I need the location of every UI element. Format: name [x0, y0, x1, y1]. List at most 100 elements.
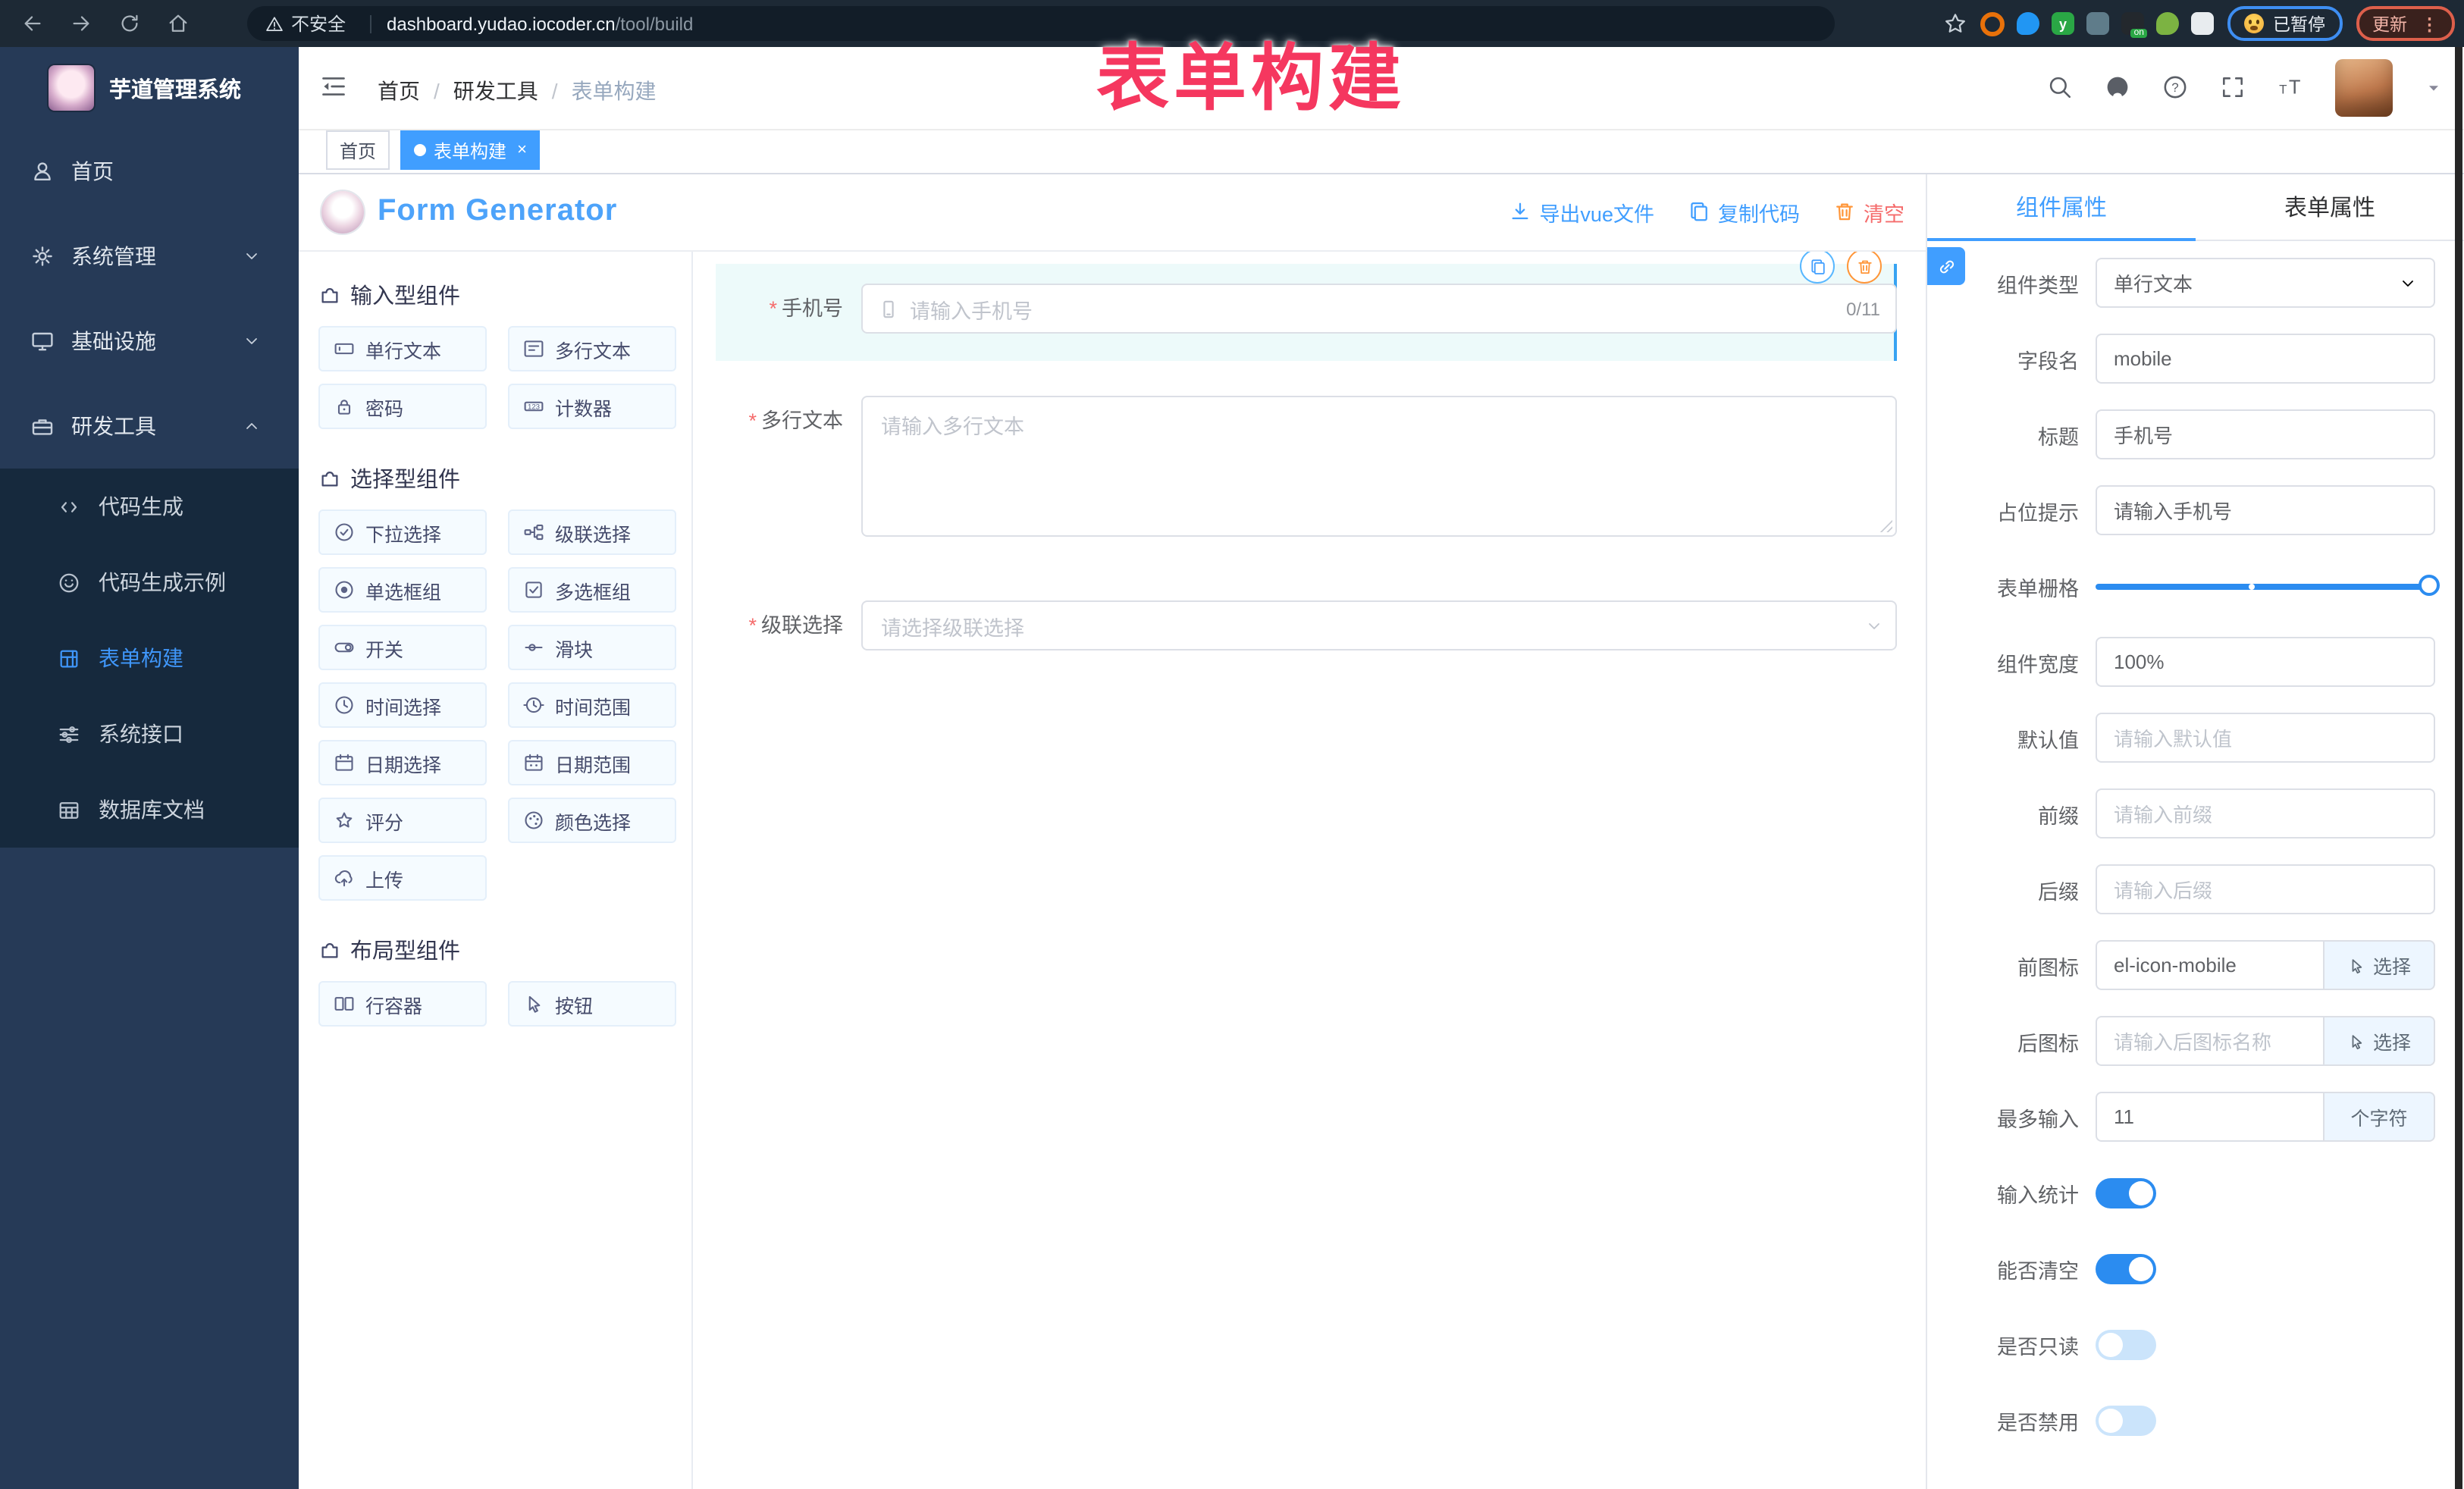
sidebar-subitem-数据库文档[interactable]: 数据库文档 [0, 772, 299, 848]
close-tag-icon[interactable]: × [517, 141, 527, 159]
input-前图标[interactable]: el-icon-mobile [2096, 940, 2323, 990]
navbar-search-button[interactable] [2047, 74, 2073, 102]
component-日期范围[interactable]: 日期范围 [508, 740, 676, 785]
copy-icon [1688, 200, 1710, 223]
select-组件类型[interactable]: 单行文本 [2096, 258, 2435, 308]
sidebar-subitem-系统接口[interactable]: 系统接口 [0, 696, 299, 772]
browser-reload-button[interactable] [118, 10, 141, 37]
paused-extension-pill[interactable]: 已暂停 [2227, 6, 2342, 41]
delete-field-button[interactable] [1847, 249, 1882, 284]
breadcrumb-item[interactable]: 研发工具 [453, 76, 538, 106]
mobile-input[interactable]: 请输入手机号 0/11 [861, 284, 1897, 334]
browser-home-button[interactable] [167, 10, 190, 37]
extension-slate[interactable] [2086, 12, 2109, 35]
bookmark-star-icon[interactable] [1944, 12, 1967, 35]
sidebar-subitem-代码生成[interactable]: 代码生成 [0, 469, 299, 544]
extension-green-y[interactable]: y [2052, 12, 2074, 35]
action-复制代码[interactable]: 复制代码 [1688, 196, 1800, 227]
address-bar[interactable]: 不安全 dashboard.yudao.iocoder.cn/tool/buil… [247, 6, 1835, 41]
component-时间选择[interactable]: 时间选择 [318, 682, 487, 728]
extension-puzzle[interactable] [2191, 12, 2214, 35]
component-评分[interactable]: 评分 [318, 798, 487, 843]
component-级联选择[interactable]: 级联选择 [508, 509, 676, 555]
input-最多输入[interactable]: 11 [2096, 1092, 2323, 1142]
navbar-github-button[interactable] [2105, 74, 2130, 102]
sidebar-subitem-表单构建[interactable]: 表单构建 [0, 620, 299, 696]
browser-forward-button[interactable] [70, 10, 92, 37]
input-标题[interactable]: 手机号 [2096, 409, 2435, 459]
sidebar-item-基础设施[interactable]: 基础设施 [0, 299, 299, 384]
sidebar-item-研发工具[interactable]: 研发工具 [0, 384, 299, 469]
input-占位提示[interactable]: 请输入手机号 [2096, 485, 2435, 535]
input-前缀[interactable]: 请输入前缀 [2096, 788, 2435, 839]
props-tab-表单属性[interactable]: 表单属性 [2196, 173, 2464, 240]
slider-handle[interactable] [2419, 574, 2440, 595]
sidebar-item-系统管理[interactable]: 系统管理 [0, 214, 299, 299]
component-单选框组[interactable]: 单选框组 [318, 567, 487, 613]
sidebar-item-首页[interactable]: 首页 [0, 129, 299, 214]
component-密码[interactable]: 密码 [318, 384, 487, 429]
component-下拉选择[interactable]: 下拉选择 [318, 509, 487, 555]
component-开关[interactable]: 开关 [318, 625, 487, 670]
resize-handle-icon[interactable] [1879, 519, 1892, 532]
browser-back-button[interactable] [21, 10, 44, 37]
field-textarea[interactable]: *多行文本 请输入多行文本 [716, 396, 1897, 537]
component-按钮[interactable]: 按钮 [508, 981, 676, 1027]
input-后缀[interactable]: 请输入后缀 [2096, 864, 2435, 914]
component-上传[interactable]: 上传 [318, 855, 487, 901]
panel-divider-left [691, 252, 693, 1489]
copy-field-button[interactable] [1800, 249, 1835, 284]
switch-是否禁用[interactable] [2096, 1405, 2156, 1435]
sidebar-logo-row[interactable]: 芋道管理系统 [0, 47, 299, 129]
security-warning[interactable]: 不安全 [265, 11, 346, 36]
sidebar-subitem-代码生成示例[interactable]: 代码生成示例 [0, 544, 299, 620]
input-默认值[interactable]: 请输入默认值 [2096, 713, 2435, 763]
active-dot-icon [414, 144, 426, 156]
chevron-down-icon[interactable] [2425, 79, 2443, 97]
tag-表单构建[interactable]: 表单构建× [400, 130, 541, 170]
input-字段名[interactable]: mobile [2096, 334, 2435, 384]
browser-menu-icon[interactable]: ⋮ [2421, 13, 2438, 34]
extension-blue-drop[interactable] [2017, 12, 2039, 35]
component-行容器[interactable]: 行容器 [318, 981, 487, 1027]
component-颜色选择[interactable]: 颜色选择 [508, 798, 676, 843]
input-组件宽度[interactable]: 100% [2096, 637, 2435, 687]
extension-orange-ring[interactable] [1980, 11, 2005, 36]
switch-能否清空[interactable] [2096, 1253, 2156, 1284]
switch-输入统计[interactable] [2096, 1177, 2156, 1208]
extension-dark-on[interactable]: on [2121, 12, 2144, 35]
component-单行文本[interactable]: 单行文本 [318, 326, 487, 371]
update-button[interactable]: 更新 ⋮ [2356, 6, 2455, 41]
input-后图标[interactable]: 请输入后图标名称 [2096, 1016, 2323, 1066]
sidebar-collapse-button[interactable] [320, 73, 347, 100]
panel-divider-right[interactable] [1926, 173, 1927, 1489]
component-多选框组[interactable]: 多选框组 [508, 567, 676, 613]
grid-icon [58, 647, 80, 669]
textarea-input[interactable]: 请输入多行文本 [861, 396, 1897, 537]
prop-row: 能否清空 [1942, 1243, 2449, 1293]
navbar-question-button[interactable]: ? [2162, 74, 2188, 102]
prop-row: 组件类型单行文本 [1942, 258, 2449, 308]
action-导出vue文件[interactable]: 导出vue文件 [1509, 196, 1654, 227]
grid-slider[interactable] [2096, 583, 2435, 589]
extension-green-leaf[interactable] [2156, 12, 2179, 35]
field-cascader[interactable]: *级联选择 请选择级联选择 [716, 600, 1897, 650]
component-计数器[interactable]: 123计数器 [508, 384, 676, 429]
props-tab-组件属性[interactable]: 组件属性 [1927, 173, 2196, 240]
avatar[interactable] [2335, 59, 2393, 117]
component-多行文本[interactable]: 多行文本 [508, 326, 676, 371]
breadcrumb-item[interactable]: 首页 [378, 76, 420, 106]
tag-首页[interactable]: 首页 [326, 130, 390, 170]
choose-icon-button[interactable]: 选择 [2323, 1016, 2435, 1066]
selected-field-mobile[interactable]: *手机号 请输入手机号 0/11 [716, 264, 1897, 361]
action-清空[interactable]: 清空 [1833, 196, 1904, 227]
component-日期选择[interactable]: 日期选择 [318, 740, 487, 785]
navbar-fontsize-button[interactable]: TT [2277, 74, 2303, 102]
drag-link-handle[interactable] [1927, 247, 1965, 285]
component-滑块[interactable]: 滑块 [508, 625, 676, 670]
component-时间范围[interactable]: 时间范围 [508, 682, 676, 728]
choose-icon-button[interactable]: 选择 [2323, 940, 2435, 990]
switch-是否只读[interactable] [2096, 1329, 2156, 1359]
navbar-expand-button[interactable] [2220, 74, 2246, 102]
cascader-input[interactable]: 请选择级联选择 [861, 600, 1897, 650]
